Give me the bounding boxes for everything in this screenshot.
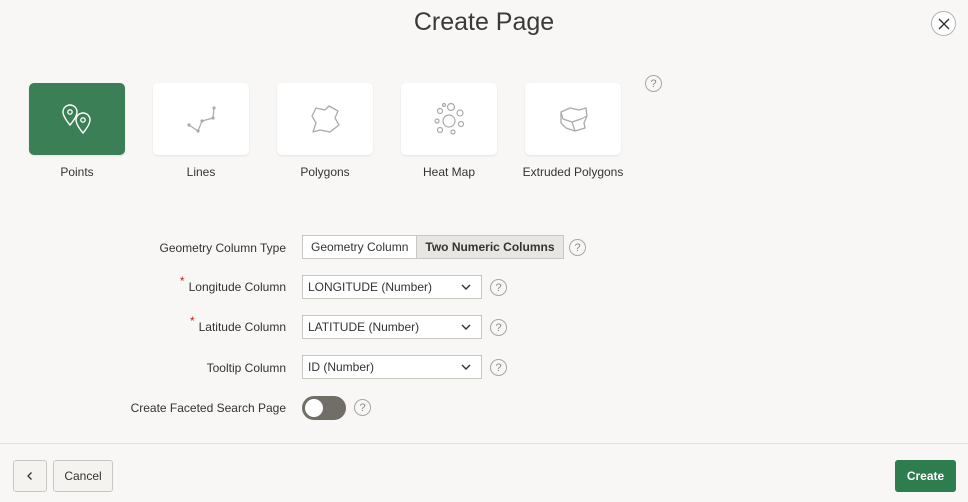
two-numeric-columns-option[interactable]: Two Numeric Columns [416,236,563,258]
map-type-extruded-polygons[interactable] [525,83,621,155]
chevron-left-icon [27,472,32,480]
latitude-help-icon[interactable]: ? [490,319,507,336]
polyline-icon [187,106,216,133]
latitude-label: * Latitude Column [190,314,286,334]
cancel-button[interactable]: Cancel [53,460,113,492]
geometry-type-segmented: Geometry Column Two Numeric Columns [302,235,564,259]
map-type-label: Polygons [300,165,350,179]
dialog-title: Create Page [413,8,555,36]
required-marker: * [189,314,195,328]
faceted-search-label: Create Faceted Search Page [130,401,286,415]
map-type-points[interactable] [29,83,125,155]
geometry-column-option[interactable]: Geometry Column [303,236,416,258]
geometry-type-label: Geometry Column Type [159,241,287,255]
latitude-label-text: Latitude Column [198,320,286,334]
longitude-value: LONGITUDE (Number) [308,280,433,294]
toggle-knob [305,399,323,417]
faceted-search-help-icon[interactable]: ? [354,399,371,416]
map-type-heat-map[interactable] [401,83,497,155]
map-type-label: Points [60,165,94,179]
close-button[interactable] [931,11,956,36]
latitude-select[interactable]: LATITUDE (Number) [302,315,482,339]
tooltip-value: ID (Number) [308,360,375,374]
faceted-search-toggle[interactable] [302,396,346,420]
map-type-label: Extruded Polygons [522,165,624,179]
chevron-down-icon [461,324,471,330]
longitude-label: * Longitude Column [180,274,286,294]
geometry-type-help-icon[interactable]: ? [569,239,586,256]
latitude-value: LATITUDE (Number) [308,320,420,334]
close-icon [938,18,949,29]
chevron-down-icon [461,284,471,290]
map-type-lines[interactable] [153,83,249,155]
heat-map-icon [434,102,465,135]
back-button[interactable] [13,460,47,492]
tooltip-help-icon[interactable]: ? [490,359,507,376]
longitude-select[interactable]: LONGITUDE (Number) [302,275,482,299]
tooltip-label: Tooltip Column [206,361,286,375]
map-type-help-icon[interactable]: ? [645,75,662,92]
longitude-help-icon[interactable]: ? [490,279,507,296]
extruded-polygon-icon [560,107,588,132]
tooltip-select[interactable]: ID (Number) [302,355,482,379]
dialog-footer: Cancel Create [0,443,968,502]
map-type-label: Heat Map [422,165,476,179]
map-pins-icon [62,104,91,135]
map-type-polygons[interactable] [277,83,373,155]
required-marker: * [179,274,185,288]
create-button[interactable]: Create [895,460,956,492]
map-type-label: Lines [186,165,216,179]
chevron-down-icon [461,364,471,370]
polygon-icon [311,105,340,133]
longitude-label-text: Longitude Column [188,280,286,294]
